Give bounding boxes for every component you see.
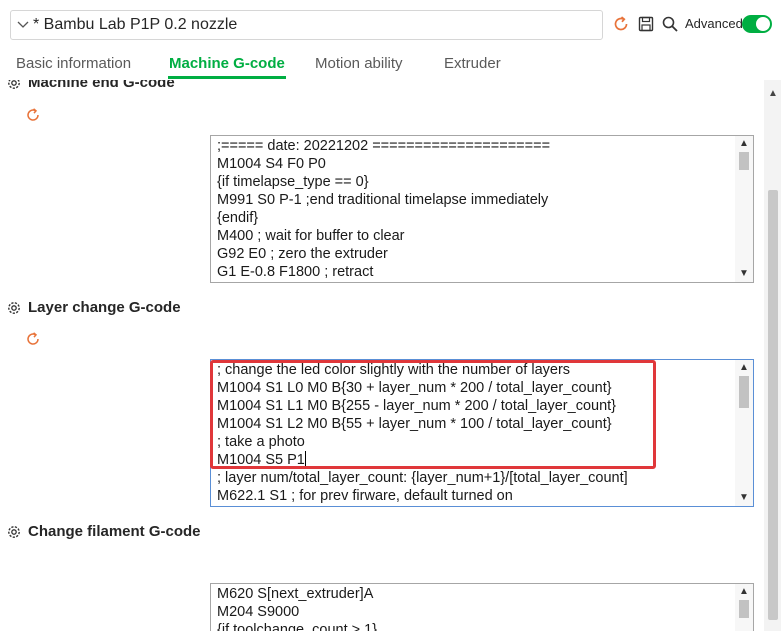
tab-extruder[interactable]: Extruder bbox=[444, 55, 501, 72]
advanced-label: Advanced bbox=[685, 16, 743, 31]
code-line-text: ; take a photo bbox=[217, 434, 305, 450]
code-line-text: M1004 S5 P1 bbox=[217, 452, 305, 468]
machine-end-gcode-editor[interactable]: ;===== date: 20221202 ==================… bbox=[210, 135, 754, 283]
scroll-down-arrow[interactable]: ▼ bbox=[739, 269, 749, 279]
code-line: {endif} bbox=[217, 209, 733, 227]
code-line: G1 E-0.8 F1800 ; retract bbox=[217, 263, 733, 281]
reset-icon[interactable] bbox=[612, 15, 630, 33]
tab-machine-gcode[interactable]: Machine G-code bbox=[169, 55, 285, 72]
scroll-thumb[interactable] bbox=[739, 376, 749, 408]
code-line: M400 ; wait for buffer to clear bbox=[217, 227, 733, 245]
page-scrollbar[interactable]: ▲ bbox=[764, 80, 781, 631]
code-line: M1004 S1 L1 M0 B{255 - layer_num * 200 /… bbox=[217, 397, 733, 415]
settings-tabs: Basic information Machine G-code Motion … bbox=[0, 48, 781, 80]
code-line-text: {if toolchange_count > 1} bbox=[217, 622, 378, 631]
code-line: M1004 S4 F0 P0 bbox=[217, 155, 733, 173]
code-line-text: ; change the led color slightly with the… bbox=[217, 362, 571, 378]
page-scroll-thumb[interactable] bbox=[768, 190, 778, 620]
code-line: M620 S[next_extruder]A bbox=[217, 585, 733, 603]
code-line: M991 S0 P-1 ;end traditional timelapse i… bbox=[217, 191, 733, 209]
toggle-knob bbox=[756, 17, 770, 31]
scroll-down-arrow[interactable]: ▼ bbox=[739, 493, 749, 503]
reset-icon[interactable] bbox=[25, 107, 41, 123]
advanced-toggle[interactable] bbox=[742, 15, 772, 33]
section-title-change-filament: Change filament G-code bbox=[28, 523, 201, 540]
code-line-text: {endif} bbox=[217, 210, 259, 226]
code-line-text: M1004 S1 L1 M0 B{255 - layer_num * 200 /… bbox=[217, 398, 617, 414]
editor-scrollbar[interactable]: ▲ ▼ bbox=[735, 136, 753, 282]
code-line-text: M400 ; wait for buffer to clear bbox=[217, 228, 405, 244]
preset-dropdown[interactable]: * Bambu Lab P1P 0.2 nozzle bbox=[10, 10, 603, 40]
code-line: M622.1 S1 ; for prev firware, default tu… bbox=[217, 487, 733, 505]
code-line: M1004 S5 P1 bbox=[217, 451, 733, 469]
section-title-machine-end: Machine end G-code bbox=[28, 80, 175, 91]
code-line-text: M1004 S1 L0 M0 B{30 + layer_num * 200 / … bbox=[217, 380, 612, 396]
change-filament-gcode-editor[interactable]: M620 S[next_extruder]A M204 S9000 {if tool… bbox=[210, 583, 754, 631]
code-line: G92 E0 ; zero the extruder bbox=[217, 245, 733, 263]
code-line-text: M204 S9000 bbox=[217, 604, 300, 620]
code-line-text: M991 S0 P-1 ;end traditional timelapse i… bbox=[217, 192, 549, 208]
editor-scrollbar[interactable]: ▲ bbox=[735, 584, 753, 631]
code-line: ; layer num/total_layer_count: {layer_nu… bbox=[217, 469, 733, 487]
code-line: M1004 S1 L2 M0 B{55 + layer_num * 100 / … bbox=[217, 415, 733, 433]
code-line-text: M1004 S4 F0 P0 bbox=[217, 156, 326, 172]
scroll-up-arrow[interactable]: ▲ bbox=[739, 139, 749, 149]
code-line-text: G1 E-0.8 F1800 ; retract bbox=[217, 264, 374, 280]
layer-change-gcode-editor[interactable]: ; change the led color slightly with the… bbox=[210, 359, 754, 507]
reset-icon[interactable] bbox=[25, 331, 41, 347]
scroll-thumb[interactable] bbox=[739, 600, 749, 618]
code-line-text: {if timelapse_type == 0} bbox=[217, 174, 369, 190]
scroll-thumb[interactable] bbox=[739, 152, 749, 170]
code-line: M204 S9000 bbox=[217, 603, 733, 621]
scroll-up-arrow[interactable]: ▲ bbox=[739, 587, 749, 597]
code-line: ; take a photo bbox=[217, 433, 733, 451]
section-title-layer-change: Layer change G-code bbox=[28, 299, 181, 316]
gcode-settings-panel: Machine end G-code ;===== date: 20221202… bbox=[0, 80, 764, 631]
code-line-text: M1004 S1 L2 M0 B{55 + layer_num * 100 / … bbox=[217, 416, 612, 432]
gear-icon bbox=[8, 302, 20, 314]
search-icon[interactable] bbox=[661, 15, 679, 33]
save-icon[interactable] bbox=[637, 15, 655, 33]
editor-scrollbar[interactable]: ▲ ▼ bbox=[735, 360, 753, 506]
code-line: {if toolchange_count > 1} bbox=[217, 621, 733, 631]
code-line-text: G92 E0 ; zero the extruder bbox=[217, 246, 388, 262]
code-line-text: M622.1 S1 ; for prev firware, default tu… bbox=[217, 488, 513, 504]
code-line-text: ;===== date: 20221202 ==================… bbox=[217, 138, 551, 154]
code-line-text: M620 S[next_extruder]A bbox=[217, 586, 374, 602]
code-line: ;===== date: 20221202 ==================… bbox=[217, 137, 733, 155]
code-line: ; change the led color slightly with the… bbox=[217, 361, 733, 379]
gear-icon bbox=[8, 526, 20, 538]
chevron-down-icon bbox=[17, 21, 29, 28]
tab-motion-ability[interactable]: Motion ability bbox=[315, 55, 403, 72]
code-line: {if timelapse_type == 0} bbox=[217, 173, 733, 191]
scroll-up-arrow[interactable]: ▲ bbox=[739, 363, 749, 373]
text-caret bbox=[304, 451, 306, 466]
code-line: M1004 S1 L0 M0 B{30 + layer_num * 200 / … bbox=[217, 379, 733, 397]
tab-basic-information[interactable]: Basic information bbox=[16, 55, 131, 72]
preset-toolbar: * Bambu Lab P1P 0.2 nozzle Advanced bbox=[0, 0, 781, 48]
active-tab-indicator bbox=[168, 76, 286, 79]
preset-name: * Bambu Lab P1P 0.2 nozzle bbox=[33, 16, 238, 33]
scroll-up-arrow[interactable]: ▲ bbox=[768, 88, 778, 99]
code-line-text: ; layer num/total_layer_count: {layer_nu… bbox=[217, 470, 628, 486]
gear-icon bbox=[8, 80, 20, 89]
